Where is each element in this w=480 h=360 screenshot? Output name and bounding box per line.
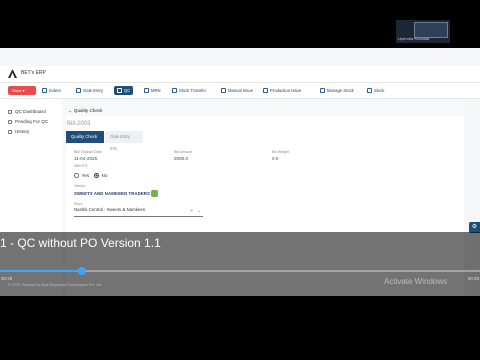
bill-amount-label: Bill Amount	[174, 150, 192, 154]
nav-production-issue[interactable]: Production Issue	[263, 86, 301, 95]
volume-icon[interactable]	[236, 289, 246, 295]
play-icon[interactable]	[216, 289, 226, 295]
stock-transfer-icon	[172, 88, 177, 93]
video-progress-bar[interactable]	[0, 267, 480, 275]
radio-no[interactable]: No	[94, 173, 107, 178]
nav-manual-issue[interactable]: Manual Issue	[221, 86, 253, 95]
sidebar-item-pending-for-qc[interactable]: Pending For QC	[8, 119, 48, 124]
radio-no-circle[interactable]	[94, 173, 99, 178]
app-header: BET's ERP	[0, 66, 480, 83]
nav-manage-stock[interactable]: Manage Stock	[320, 86, 354, 95]
qc-icon	[117, 88, 122, 93]
user-name: Upendra Khandar	[398, 36, 430, 41]
bill-weight-label: Bill Weight	[272, 150, 289, 154]
nav-stock[interactable]: Stock	[367, 86, 384, 95]
bill-amount-value: 2000.0	[174, 156, 189, 161]
history-icon	[8, 129, 12, 134]
logo-icon	[8, 69, 17, 78]
nav-indent[interactable]: Indent	[42, 86, 61, 95]
video-progress-fill	[0, 270, 82, 272]
settings-icon[interactable]	[253, 289, 263, 295]
sidebar-item-qc-dashboard[interactable]: QC Dashboard	[8, 109, 46, 114]
production-issue-icon	[263, 88, 268, 93]
pending-icon	[8, 119, 12, 124]
vendor-icon[interactable]	[151, 190, 158, 197]
radio-yes-circle[interactable]	[74, 173, 79, 178]
nav-qc[interactable]: QC	[114, 86, 134, 95]
manage-stock-icon	[320, 88, 325, 93]
nav-gate-entry[interactable]: Gate Entry	[76, 86, 103, 95]
manual-issue-icon	[221, 88, 226, 93]
nav-stock-transfer[interactable]: Stock Transfer	[172, 86, 206, 95]
store-select[interactable]: Nashik Central - Sweets & Namkeen × ⌄	[74, 207, 203, 217]
bill-weight-value: 0.0	[272, 156, 279, 161]
clear-icon[interactable]: ×	[190, 208, 193, 213]
bill-date-label: Bill/ Challan Date	[74, 150, 102, 154]
vendor-name: SWEETS AND NAMKEEN TRADERS	[74, 191, 150, 196]
with-po-label: With PO	[74, 164, 88, 168]
module-nav: Store ▾ Indent Gate Entry QC MRN Stock T…	[0, 83, 480, 99]
footer-copyright: © 2025, Powered by Byte-Elephants Techno…	[8, 283, 103, 287]
windows-watermark: Activate Windows	[384, 277, 448, 286]
store-select-value: Nashik Central - Sweets & Namkeen	[74, 207, 146, 212]
mrn-icon	[144, 88, 149, 93]
tab-quality-check[interactable]: Quality Check	[66, 131, 104, 143]
bill-date-value: 11-04-2025	[74, 156, 98, 161]
nav-mrn[interactable]: MRN	[144, 86, 161, 95]
dashboard-icon	[8, 109, 12, 114]
back-link[interactable]: ← Quality Check	[68, 108, 102, 113]
stock-icon	[367, 88, 372, 93]
app-title: BET's ERP	[21, 70, 46, 76]
radio-yes[interactable]: Yes	[74, 173, 89, 178]
store-button[interactable]: Store ▾	[8, 86, 36, 95]
tab-gate-entry-info[interactable]: Gate Entry Info	[105, 131, 143, 151]
bill-id: Bill-2003	[67, 121, 91, 127]
video-progress-knob[interactable]	[77, 267, 86, 275]
sidebar-item-history[interactable]: History	[8, 129, 29, 134]
vendor-label: Vendor	[74, 184, 86, 188]
store-label: Store	[74, 202, 83, 206]
time-total: 00:25	[467, 276, 479, 281]
time-elapsed: 00:25	[1, 276, 13, 281]
indent-icon	[42, 88, 47, 93]
chevron-down-icon[interactable]: ⌄	[198, 208, 201, 213]
video-caption: 1 - QC without PO Version 1.1	[0, 236, 161, 250]
gate-entry-icon	[76, 88, 81, 93]
